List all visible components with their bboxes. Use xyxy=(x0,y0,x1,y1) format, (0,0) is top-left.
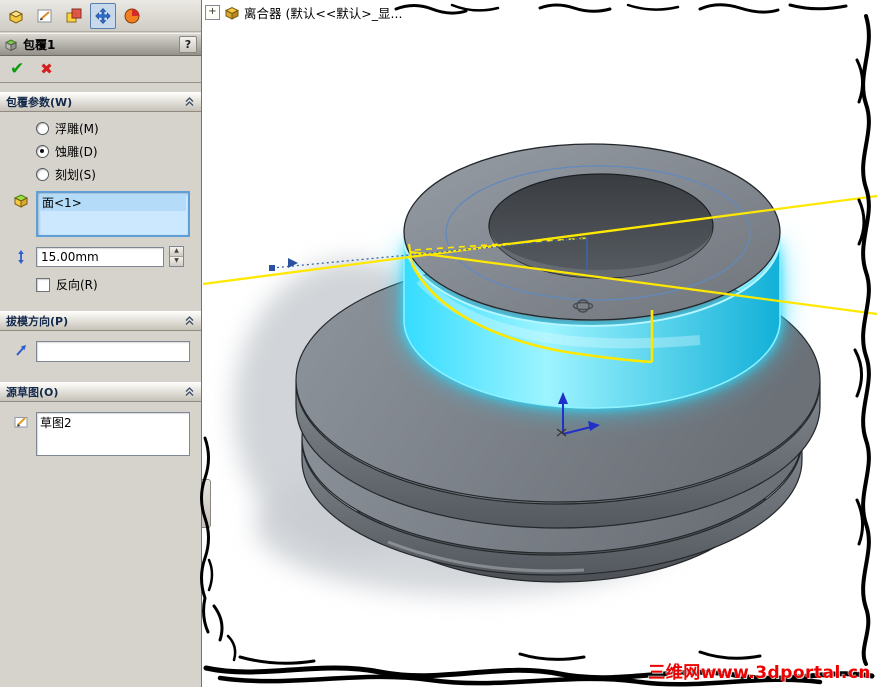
cancel-button[interactable]: ✖ xyxy=(40,60,53,78)
reverse-direction-label: 反向(R) xyxy=(56,278,98,292)
sketch-pencil-icon xyxy=(12,412,30,430)
source-sketch-group: 源草图(O) 草图2 xyxy=(0,382,201,467)
draft-direction-selection-box[interactable] xyxy=(36,341,190,362)
face-selection-box[interactable]: 面<1> xyxy=(36,191,190,237)
source-sketch-body: 草图2 xyxy=(0,402,201,467)
depth-spinner: ▲ ▼ xyxy=(169,246,184,267)
depth-input[interactable]: 15.00mm xyxy=(36,246,164,267)
wrap-feature-icon xyxy=(4,38,18,51)
radio-row-deboss[interactable]: 蚀雕(D) xyxy=(0,140,201,163)
panel-toolbar xyxy=(0,0,201,32)
face-select-icon xyxy=(12,191,30,209)
radio-emboss-label: 浮雕(M) xyxy=(55,122,99,136)
sketch-point xyxy=(269,265,275,271)
depth-input-row: 15.00mm ▲ ▼ xyxy=(0,241,201,269)
tree-expander-icon[interactable]: + xyxy=(205,5,220,20)
reverse-direction-row[interactable]: 反向(R) xyxy=(0,269,201,295)
collapse-chevron-icon[interactable] xyxy=(184,316,195,326)
sketch-tool-icon[interactable] xyxy=(32,3,58,29)
reverse-direction-checkbox[interactable] xyxy=(36,277,50,292)
panel-actions: ✔ ✖ xyxy=(0,56,201,83)
spinner-up-button[interactable]: ▲ xyxy=(170,247,183,257)
draft-direction-header-label: 拔模方向(P) xyxy=(6,315,69,328)
ok-button[interactable]: ✔ xyxy=(10,59,24,79)
render-tool-icon[interactable] xyxy=(119,3,145,29)
features-tool-icon[interactable] xyxy=(3,3,29,29)
face-selection-item[interactable]: 面<1> xyxy=(40,194,186,211)
radio-scribe-label: 刻划(S) xyxy=(55,168,96,182)
spinner-down-button[interactable]: ▼ xyxy=(170,257,183,266)
radio-deboss[interactable] xyxy=(36,145,49,158)
collapse-chevron-icon[interactable] xyxy=(184,387,195,397)
property-manager-panel: 包覆1 ? ✔ ✖ 包覆参数(W) 浮雕(M) 蚀雕(D) 刻划(S) 面<1>… xyxy=(0,0,202,687)
wrap-parameters-header-label: 包覆参数(W) xyxy=(6,96,73,109)
wrap-parameters-header[interactable]: 包覆参数(W) xyxy=(0,92,201,112)
draft-direction-group: 拔模方向(P) xyxy=(0,311,201,373)
radio-scribe[interactable] xyxy=(36,168,49,181)
collapse-chevron-icon[interactable] xyxy=(184,97,195,107)
solidworks-window: + 离合器 (默认<<默认>_显... 包覆1 ? ✔ ✖ 包覆参数(W) 浮雕… xyxy=(0,0,877,687)
display-tool-icon[interactable] xyxy=(61,3,87,29)
part-icon xyxy=(224,6,240,20)
property-manager-titlebar: 包覆1 ? xyxy=(0,33,201,56)
source-sketch-selection-box[interactable]: 草图2 xyxy=(36,412,190,456)
wrap-parameters-group: 包覆参数(W) 浮雕(M) 蚀雕(D) 刻划(S) 面<1> 15.00mm ▲… xyxy=(0,92,201,302)
tree-part-label[interactable]: 离合器 (默认<<默认>_显... xyxy=(244,3,402,22)
draft-direction-icon xyxy=(12,341,30,359)
feature-tree-flyout[interactable]: + 离合器 (默认<<默认>_显... xyxy=(205,3,402,22)
radio-row-scribe[interactable]: 刻划(S) xyxy=(0,163,201,186)
radio-emboss[interactable] xyxy=(36,122,49,135)
source-sketch-header-label: 源草图(O) xyxy=(6,386,59,399)
help-button[interactable]: ? xyxy=(179,36,197,53)
radio-row-emboss[interactable]: 浮雕(M) xyxy=(0,117,201,140)
watermark: 三维网www.3dportal.cn xyxy=(648,663,871,683)
draft-direction-body xyxy=(0,331,201,373)
panel-collapse-handle[interactable] xyxy=(202,479,211,528)
face-selection-row: 面<1> xyxy=(0,186,201,241)
source-sketch-header[interactable]: 源草图(O) xyxy=(0,382,201,402)
move-tool-icon[interactable] xyxy=(90,2,116,29)
depth-icon xyxy=(12,248,30,266)
draft-direction-header[interactable]: 拔模方向(P) xyxy=(0,311,201,331)
wrap-parameters-body: 浮雕(M) 蚀雕(D) 刻划(S) 面<1> 15.00mm ▲ ▼ 反向(R) xyxy=(0,112,201,302)
panel-title: 包覆1 xyxy=(23,38,56,52)
radio-deboss-label: 蚀雕(D) xyxy=(55,145,98,159)
